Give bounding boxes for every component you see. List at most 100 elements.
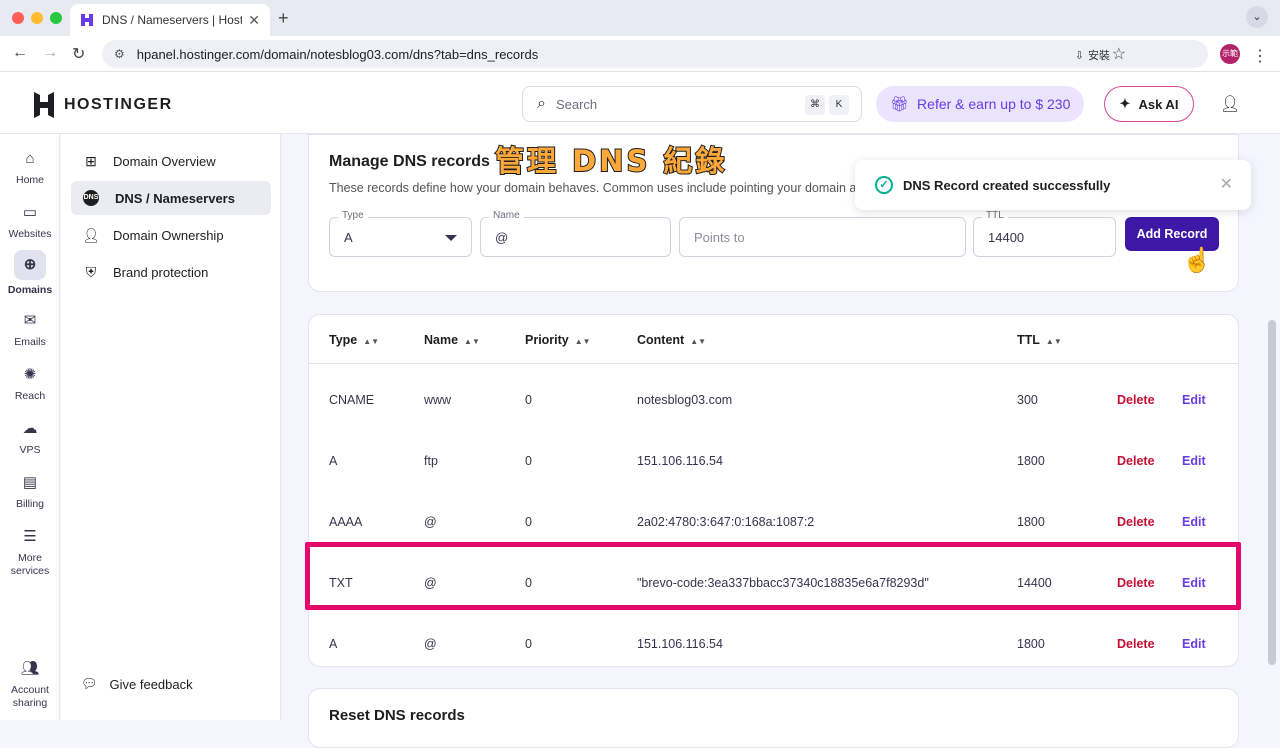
nav-emails[interactable]: ✉ Emails (0, 310, 60, 348)
ask-ai-label: Ask AI (1138, 96, 1179, 112)
bookmark-star-icon[interactable]: ☆ (1112, 44, 1126, 64)
header-label: Name (424, 333, 459, 347)
give-feedback-link[interactable]: 💬︎ Give feedback (81, 676, 193, 692)
browser-window-icon: ▭ (22, 204, 38, 221)
column-header-name[interactable]: Name ▲▼ (424, 333, 480, 347)
name-input[interactable]: Name @ (480, 210, 671, 257)
subnav-dns-nameservers[interactable]: DNS DNS / Nameservers (71, 181, 271, 215)
edit-button[interactable]: Edit (1182, 393, 1206, 407)
search-input[interactable]: ⌕ Search ⌘ K (522, 86, 862, 122)
cell-name: ftp (424, 454, 438, 468)
points-to-placeholder: Points to (694, 229, 745, 245)
header-label: Priority (525, 333, 569, 347)
globe-icon: ⊕ (14, 250, 46, 280)
nav-vps[interactable]: ☁ VPS (0, 418, 60, 456)
new-tab-icon[interactable]: + (278, 8, 289, 29)
browser-tab[interactable]: DNS / Nameservers | Hostinger ✕ (70, 4, 270, 36)
subnav-brand-protection[interactable]: ⛨ Brand protection (71, 255, 271, 289)
cell-ttl: 1800 (1017, 637, 1045, 651)
success-toast: ✓ DNS Record created successfully ✕ (855, 160, 1251, 210)
toast-close-icon[interactable]: ✕ (1220, 174, 1233, 194)
home-icon: ⌂ (25, 150, 35, 167)
header-label: TTL (1017, 333, 1040, 347)
cell-content: 151.106.116.54 (637, 454, 723, 468)
nav-label: Reach (14, 390, 46, 402)
cell-type: A (329, 454, 338, 468)
name-label: Name (489, 210, 524, 221)
cell-type: A (329, 637, 338, 651)
tab-close-icon[interactable]: ✕ (248, 12, 260, 29)
ask-ai-button[interactable]: ✦ Ask AI (1104, 86, 1194, 122)
close-window-button[interactable] (12, 12, 24, 24)
cell-name: @ (424, 515, 437, 529)
nav-account-sharing[interactable]: 👥︎ Account sharing (0, 658, 60, 710)
main-nav-rail: ⌂ Home ▭ Websites ⊕ Domains ✉ Emails ✺ Reach … (0, 134, 60, 720)
subnav-domain-overview[interactable]: ⊞ Domain Overview (71, 144, 271, 178)
tab-menu-chevron-icon[interactable]: ⌄ (1246, 6, 1268, 28)
reload-icon[interactable]: ↻ (72, 44, 85, 64)
manage-dns-description: These records define how your domain beh… (329, 181, 860, 195)
check-circle-icon: ✓ (875, 176, 893, 194)
table-row: A ftp 0 151.106.116.54 1800 Delete Edit (309, 432, 1239, 493)
edit-button[interactable]: Edit (1182, 454, 1206, 468)
sort-icon: ▲▼ (690, 337, 707, 346)
cell-ttl: 300 (1017, 393, 1038, 407)
reach-burst-icon: ✺ (23, 366, 37, 383)
user-account-icon[interactable]: 👤︎ (1220, 94, 1240, 114)
nav-home[interactable]: ⌂ Home (0, 148, 60, 186)
hand-pointer-cursor-icon: ☝ (1182, 247, 1212, 274)
nav-label: More services (10, 552, 50, 577)
feedback-chat-icon: 💬︎ (81, 676, 98, 691)
txt-row-highlight-box (305, 542, 1241, 610)
nav-domains[interactable]: ⊕ Domains (0, 250, 60, 296)
cell-content: notesblog03.com (637, 393, 733, 407)
sort-icon: ▲▼ (1045, 337, 1062, 346)
maximize-window-button[interactable] (50, 12, 62, 24)
column-header-ttl[interactable]: TTL ▲▼ (1017, 333, 1062, 347)
edit-button[interactable]: Edit (1182, 515, 1206, 529)
credit-card-icon: ▤ (22, 474, 38, 491)
subnav-label: Domain Ownership (113, 227, 224, 243)
delete-button[interactable]: Delete (1117, 637, 1155, 651)
column-header-content[interactable]: Content ▲▼ (637, 333, 706, 347)
address-bar[interactable]: ⚙ hpanel.hostinger.com/domain/notesblog0… (102, 40, 1208, 68)
app-header: HOSTINGER ⌕ Search ⌘ K 🎁︎ Refer & earn u… (0, 72, 1280, 134)
type-value: A (344, 229, 353, 245)
table-row: A @ 0 151.106.116.54 1800 Delete Edit (309, 615, 1239, 676)
back-arrow-icon[interactable]: ← (12, 44, 28, 62)
type-label: Type (338, 210, 368, 221)
edit-button[interactable]: Edit (1182, 637, 1206, 651)
column-header-priority[interactable]: Priority ▲▼ (525, 333, 591, 347)
delete-button[interactable]: Delete (1117, 515, 1155, 529)
nav-label: Account sharing (11, 684, 49, 709)
install-app-button[interactable]: ⇩ 安裝 (1075, 46, 1110, 64)
nav-websites[interactable]: ▭ Websites (0, 202, 60, 240)
search-icon: ⌕ (537, 95, 546, 112)
site-settings-icon[interactable]: ⚙ (114, 47, 125, 61)
page-scrollbar[interactable] (1268, 320, 1276, 665)
profile-avatar[interactable]: 示範 (1220, 44, 1240, 64)
nav-reach[interactable]: ✺ Reach (0, 364, 60, 402)
refer-earn-button[interactable]: 🎁︎ Refer & earn up to $ 230 (876, 86, 1084, 122)
points-to-input[interactable]: Points to (679, 217, 966, 257)
ttl-input[interactable]: TTL 14400 (973, 210, 1116, 257)
browser-menu-icon[interactable]: ⋮ (1252, 46, 1268, 66)
header-label: Content (637, 333, 685, 347)
column-header-type[interactable]: Type ▲▼ (329, 333, 379, 347)
feedback-label: Give feedback (109, 676, 193, 692)
minimize-window-button[interactable] (31, 12, 43, 24)
delete-button[interactable]: Delete (1117, 454, 1155, 468)
forward-arrow-icon[interactable]: → (42, 44, 58, 62)
type-select[interactable]: Type A (329, 210, 472, 257)
subnav-label: DNS / Nameservers (115, 190, 235, 206)
cell-name: @ (424, 637, 437, 651)
browser-toolbar: ← → ↻ ⚙ hpanel.hostinger.com/domain/note… (0, 36, 1280, 72)
ai-sparkle-icon: ✦ (1119, 96, 1131, 111)
reset-dns-card: Reset DNS records (308, 688, 1239, 748)
sort-icon: ▲▼ (574, 337, 591, 346)
delete-button[interactable]: Delete (1117, 393, 1155, 407)
nav-billing[interactable]: ▤ Billing (0, 472, 60, 510)
subnav-domain-ownership[interactable]: 👤︎ Domain Ownership (71, 218, 271, 252)
nav-more-services[interactable]: ☰ More services (0, 526, 60, 578)
hostinger-logo[interactable]: HOSTINGER (32, 92, 173, 118)
